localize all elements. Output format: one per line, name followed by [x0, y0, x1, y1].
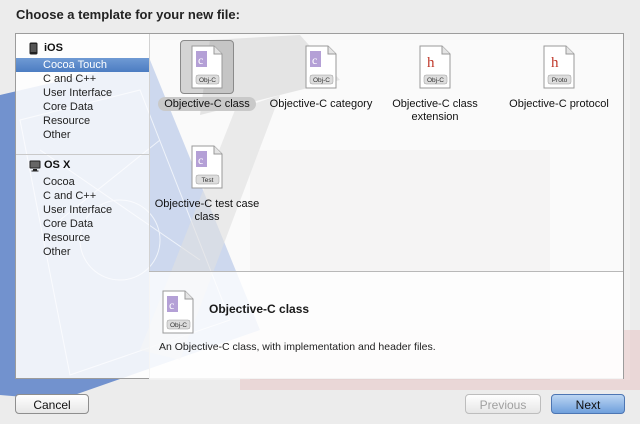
template-objc-protocol[interactable]: h Proto Objective-C protocol — [499, 40, 619, 111]
file-badge: Obj-C — [427, 77, 444, 84]
objc-file-icon: c Obj-C — [191, 45, 223, 89]
sidebar-item-ios-resource[interactable]: Resource — [16, 114, 149, 128]
section-header-label: iOS — [44, 42, 63, 54]
cancel-button[interactable]: Cancel — [15, 394, 89, 414]
prompt-title: Choose a template for your new file: — [16, 7, 240, 22]
sidebar-item-ios-user-interface[interactable]: User Interface — [16, 86, 149, 100]
template-label: Objective-C protocol — [509, 98, 609, 110]
template-label: Objective-C category — [269, 98, 373, 110]
sidebar-item-osx-user-interface[interactable]: User Interface — [16, 203, 149, 217]
file-glyph: h — [427, 55, 435, 71]
platform-sidebar: iOS Cocoa Touch C and C++ User Interface… — [16, 34, 150, 378]
protocol-file-icon: h Proto — [543, 45, 575, 89]
template-label: Objective-C class — [158, 97, 256, 111]
section-header-osx[interactable]: OS X — [16, 154, 149, 175]
previous-button[interactable]: Previous — [465, 394, 541, 414]
template-objc-class[interactable]: c Obj-C Objective-C class — [153, 40, 261, 111]
template-objc-category[interactable]: c Obj-C Objective-C category — [267, 40, 375, 111]
template-chooser: iOS Cocoa Touch C and C++ User Interface… — [15, 33, 624, 379]
sidebar-item-osx-c-and-cpp[interactable]: C and C++ — [16, 189, 149, 203]
detail-icon: c Obj-C — [161, 290, 195, 339]
section-header-label: OS X — [44, 159, 71, 171]
file-glyph: c — [198, 153, 203, 167]
sidebar-item-ios-c-and-cpp[interactable]: C and C++ — [16, 72, 149, 86]
file-badge: Proto — [552, 77, 568, 84]
sidebar-item-ios-core-data[interactable]: Core Data — [16, 100, 149, 114]
objc-file-icon: c Obj-C — [162, 290, 194, 334]
sidebar-item-osx-core-data[interactable]: Core Data — [16, 217, 149, 231]
template-grid: c Obj-C Objective-C class c Obj-C Object — [149, 34, 623, 271]
header-file-icon: h Obj-C — [419, 45, 451, 89]
file-badge: Obj-C — [170, 322, 187, 329]
file-badge: Obj-C — [199, 77, 216, 84]
file-glyph: c — [312, 53, 317, 67]
detail-description: An Objective-C class, with implementatio… — [159, 341, 436, 353]
template-icon-frame: c Test — [180, 140, 234, 194]
template-icon-frame: h Proto — [532, 40, 586, 94]
file-glyph: c — [169, 298, 174, 312]
template-label: Objective-C class extension — [392, 98, 478, 123]
template-detail-pane: c Obj-C Objective-C class An Objective-C… — [149, 271, 623, 379]
objc-file-icon: c Obj-C — [305, 45, 337, 89]
test-file-icon: c Test — [191, 145, 223, 189]
file-glyph: h — [551, 55, 559, 71]
file-badge: Test — [202, 177, 214, 184]
sidebar-item-ios-other[interactable]: Other — [16, 128, 149, 142]
template-label: Objective-C test case class — [154, 198, 260, 223]
detail-title: Objective-C class — [209, 302, 310, 316]
sidebar-item-osx-other[interactable]: Other — [16, 245, 149, 259]
template-objc-test-case-class[interactable]: c Test Objective-C test case class — [153, 140, 261, 224]
file-badge: Obj-C — [313, 77, 330, 84]
template-objc-class-extension[interactable]: h Obj-C Objective-C class extension — [381, 40, 489, 124]
sidebar-item-osx-resource[interactable]: Resource — [16, 231, 149, 245]
next-button[interactable]: Next — [551, 394, 625, 414]
template-icon-frame: c Obj-C — [180, 40, 234, 94]
template-icon-frame: c Obj-C — [294, 40, 348, 94]
section-header-ios[interactable]: iOS — [16, 38, 149, 58]
monitor-icon — [29, 159, 41, 179]
file-glyph: c — [198, 53, 203, 67]
iphone-icon — [29, 42, 38, 62]
template-icon-frame: h Obj-C — [408, 40, 462, 94]
